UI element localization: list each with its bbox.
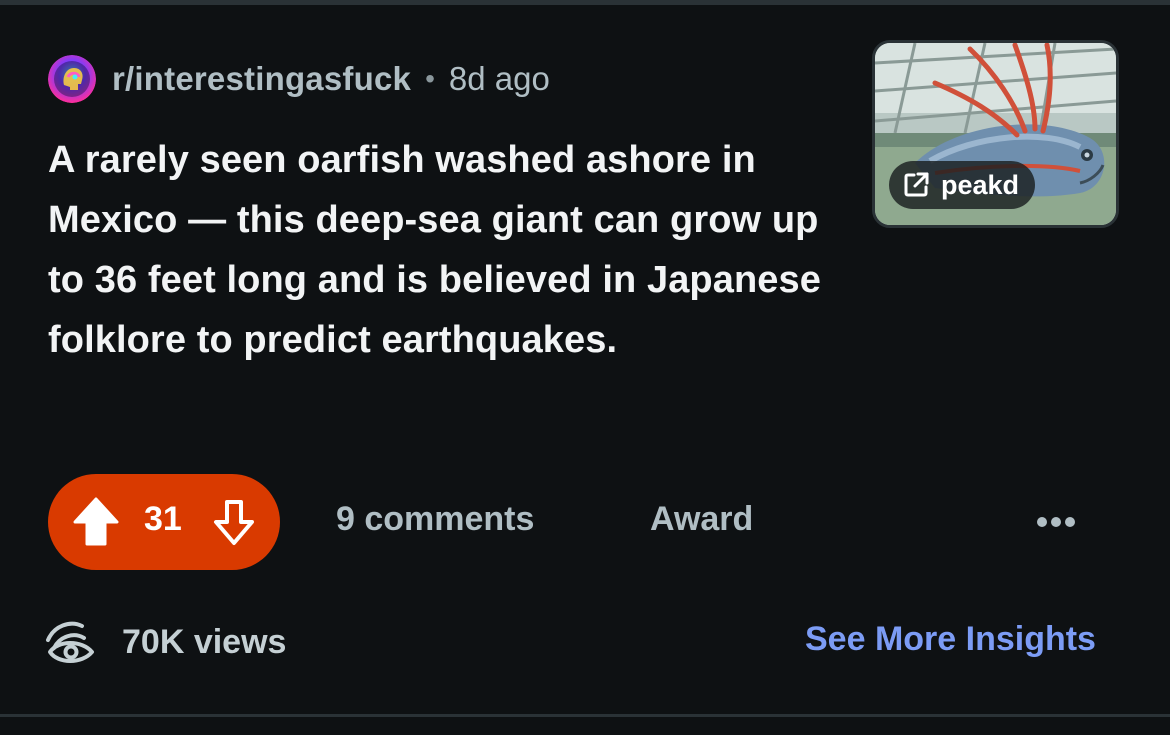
vote-control: 31 <box>48 474 280 570</box>
vote-count: 31 <box>144 500 182 538</box>
views-icon <box>46 621 94 663</box>
comments-button[interactable]: 9 comments <box>336 500 534 539</box>
post-thumbnail[interactable]: peakd <box>872 40 1119 228</box>
subreddit-name[interactable]: r/interestingasfuck <box>112 60 411 98</box>
post-age: 8d ago <box>448 60 550 97</box>
bottom-divider <box>0 714 1170 717</box>
arrow-down-icon[interactable] <box>210 498 258 548</box>
post-title[interactable]: A rarely seen oarfish washed ashore in M… <box>48 130 848 370</box>
subreddit-avatar[interactable] <box>48 55 96 103</box>
external-link-icon <box>904 172 929 197</box>
link-domain-badge[interactable]: peakd <box>889 161 1036 209</box>
views-count: 70K views <box>122 622 287 661</box>
see-more-insights-link[interactable]: See More Insights <box>805 620 1096 659</box>
views-row: 70K views <box>44 618 286 666</box>
arrow-up-icon[interactable] <box>72 496 120 548</box>
more-dots-icon[interactable] <box>1034 508 1078 536</box>
link-domain: peakd <box>941 169 1020 200</box>
post-card[interactable]: r/interestingasfuck • 8d ago A rarely se… <box>0 0 1170 709</box>
award-button[interactable]: Award <box>650 500 753 539</box>
meta-separator: • <box>425 63 435 94</box>
post-meta: r/interestingasfuck • 8d ago <box>48 54 550 104</box>
